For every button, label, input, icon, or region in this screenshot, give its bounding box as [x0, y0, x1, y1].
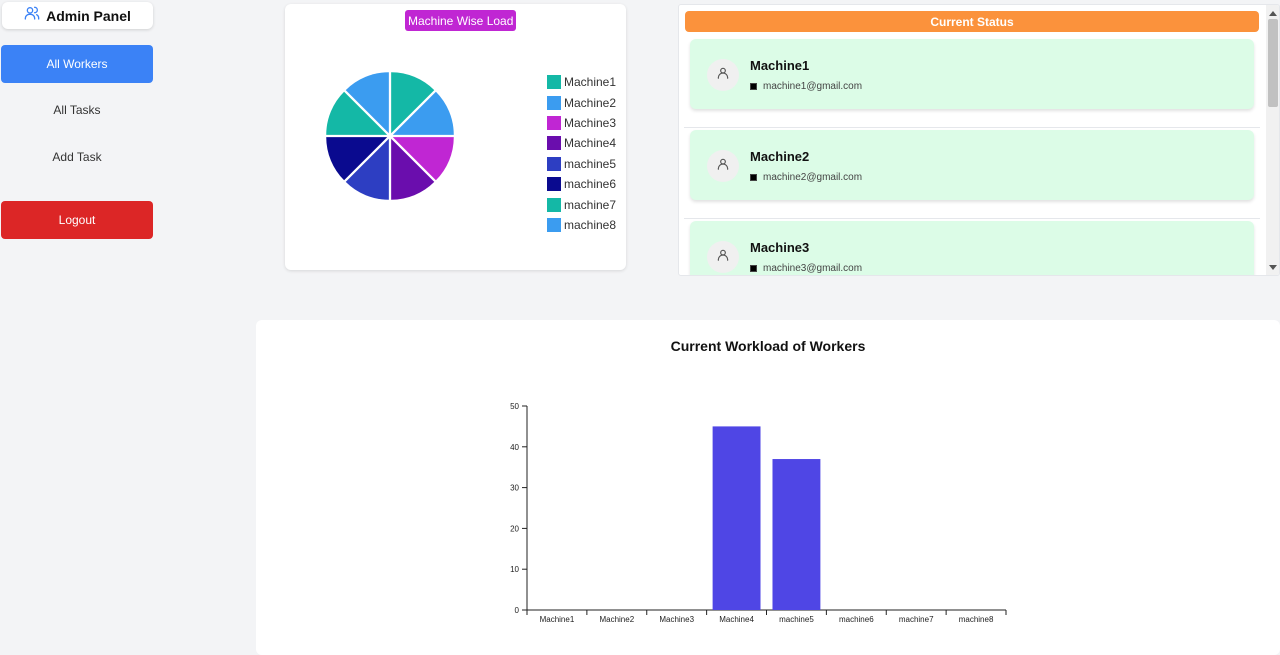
- email-icon: [750, 265, 757, 272]
- y-tick-label: 40: [510, 443, 519, 452]
- y-tick-label: 30: [510, 484, 519, 493]
- y-tick-label: 20: [510, 524, 519, 533]
- pie-legend: Machine1 Machine2 Machine3 Machine4 machine5…: [547, 72, 616, 235]
- legend-item[interactable]: Machine1: [547, 72, 616, 92]
- legend-item[interactable]: Machine3: [547, 113, 616, 133]
- email-icon: [750, 174, 757, 181]
- users-icon: [24, 5, 40, 26]
- status-scrollbar[interactable]: [1266, 5, 1279, 275]
- legend-item[interactable]: Machine4: [547, 133, 616, 153]
- x-tick-label: Machine4: [719, 615, 754, 624]
- bar: [772, 459, 821, 610]
- x-tick-label: Machine2: [599, 615, 634, 624]
- legend-label: machine5: [564, 156, 617, 171]
- nav-all-workers[interactable]: All Workers: [1, 45, 153, 83]
- legend-swatch: [547, 197, 561, 212]
- email-icon: [750, 83, 757, 90]
- nav-all-tasks[interactable]: All Tasks: [1, 91, 153, 129]
- machine-card[interactable]: Machine3 machine3@gmail.com: [690, 221, 1254, 275]
- legend-item[interactable]: machine8: [547, 215, 616, 235]
- sidebar: Admin Panel All Workers All Tasks Add Ta…: [0, 0, 165, 655]
- status-list[interactable]: Machine1 machine1@gmail.com Machine2 mac…: [679, 37, 1265, 275]
- brand-header: Admin Panel: [2, 2, 153, 29]
- legend-swatch: [547, 217, 561, 232]
- x-tick-label: Machine3: [659, 615, 694, 624]
- legend-item[interactable]: machine7: [547, 194, 616, 214]
- nav-add-task[interactable]: Add Task: [1, 138, 153, 176]
- legend-label: machine6: [564, 177, 617, 192]
- machine-name: Machine2: [750, 149, 810, 164]
- user-icon: [716, 157, 730, 176]
- avatar: [707, 241, 739, 273]
- machine-email: machine3@gmail.com: [763, 263, 863, 274]
- bar: [712, 426, 761, 610]
- legend-label: Machine4: [564, 136, 617, 151]
- bar-chart: 0 10 20 30 40 50 Machine1 Machine2 Machine3 Machi…: [510, 402, 1007, 624]
- legend-label: Machine3: [564, 115, 617, 130]
- user-icon: [716, 248, 730, 267]
- machine-load-card: Machine Wise Load Machine1 Machine2 Machin…: [285, 4, 626, 270]
- machine-email-line: machine2@gmail.com: [750, 172, 862, 183]
- current-status-panel: Current Status Machine1 machine1@gmail.c…: [678, 4, 1280, 276]
- machine-card[interactable]: Machine2 machine2@gmail.com: [690, 130, 1254, 200]
- legend-swatch: [547, 156, 561, 171]
- y-tick-label: 10: [510, 565, 519, 574]
- scroll-down-arrow-icon[interactable]: [1269, 265, 1277, 270]
- status-header: Current Status: [685, 11, 1259, 32]
- machine-email-line: machine3@gmail.com: [750, 263, 862, 274]
- x-tick-label: machine6: [839, 615, 874, 624]
- x-tick-label: machine5: [779, 615, 814, 624]
- x-tick-label: machine7: [899, 615, 934, 624]
- legend-swatch: [547, 115, 561, 130]
- brand-title: Admin Panel: [46, 7, 131, 24]
- workload-chart-card: Current Workload of Workers 0 10 20 30 40 50 M…: [256, 320, 1280, 655]
- legend-item[interactable]: machine6: [547, 174, 616, 194]
- logout-button[interactable]: Logout: [1, 201, 153, 239]
- legend-label: machine8: [564, 217, 617, 232]
- x-tick-label: machine8: [959, 615, 994, 624]
- scroll-up-arrow-icon[interactable]: [1269, 11, 1277, 16]
- machine-card[interactable]: Machine1 machine1@gmail.com: [690, 39, 1254, 109]
- avatar: [707, 59, 739, 91]
- status-row: Machine3 machine3@gmail.com: [684, 219, 1260, 275]
- y-tick-label: 50: [510, 402, 519, 411]
- legend-label: Machine2: [564, 95, 617, 110]
- pie-title: Machine Wise Load: [405, 10, 517, 31]
- legend-item[interactable]: machine5: [547, 154, 616, 174]
- status-row: Machine1 machine1@gmail.com: [684, 37, 1260, 128]
- legend-swatch: [547, 177, 561, 192]
- legend-swatch: [547, 75, 561, 90]
- legend-item[interactable]: Machine2: [547, 92, 616, 112]
- avatar: [707, 150, 739, 182]
- legend-swatch: [547, 136, 561, 151]
- pie-chart: [326, 72, 454, 200]
- status-row: Machine2 machine2@gmail.com: [684, 128, 1260, 219]
- scroll-thumb[interactable]: [1268, 19, 1278, 107]
- legend-swatch: [547, 95, 561, 110]
- user-icon: [716, 66, 730, 85]
- machine-email: machine1@gmail.com: [763, 81, 863, 92]
- machine-email: machine2@gmail.com: [763, 172, 863, 183]
- legend-label: Machine1: [564, 75, 617, 90]
- y-tick-label: 0: [515, 606, 520, 615]
- machine-email-line: machine1@gmail.com: [750, 81, 862, 92]
- x-tick-label: Machine1: [540, 615, 575, 624]
- machine-name: Machine1: [750, 58, 810, 73]
- legend-label: machine7: [564, 197, 617, 212]
- machine-name: Machine3: [750, 240, 810, 255]
